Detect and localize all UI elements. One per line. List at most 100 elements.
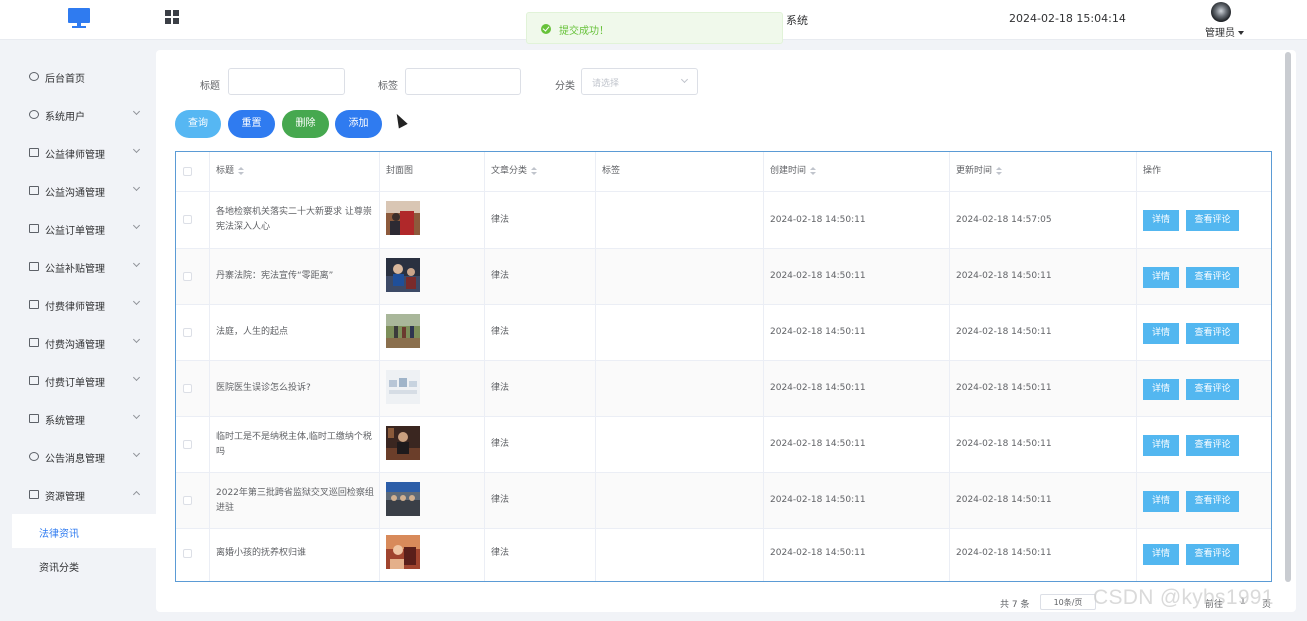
sidebar-item-label: 资源管理 xyxy=(45,492,85,503)
chevron-down-icon xyxy=(132,107,141,116)
success-toast: 提交成功！ xyxy=(526,12,783,44)
sort-icon xyxy=(531,166,538,175)
sidebar-item-announcements[interactable]: 公告消息管理 xyxy=(0,437,156,475)
view-comments-button[interactable]: 查看评论 xyxy=(1186,544,1239,565)
sidebar-item-system-management[interactable]: 系统管理 xyxy=(0,399,156,437)
sidebar-item-pro-bono-lawyers[interactable]: 公益律师管理 xyxy=(0,133,156,171)
column-header-updated[interactable]: 更新时间 xyxy=(956,152,1003,191)
table-row: 法庭，人生的起点 律法 2024-02-18 14:50:11 2024-02-… xyxy=(176,305,1271,361)
cover-image[interactable] xyxy=(386,370,420,404)
csdn-watermark: CSDN @kybs1991 xyxy=(1093,586,1274,609)
cover-image[interactable] xyxy=(386,535,420,569)
row-category: 律法 xyxy=(491,495,510,505)
detail-button[interactable]: 详情 xyxy=(1143,323,1179,344)
chevron-down-icon xyxy=(132,145,141,154)
toast-message: 提交成功！ xyxy=(559,26,609,37)
title-filter-input[interactable] xyxy=(228,68,345,95)
sidebar-item-paid-communication[interactable]: 付费沟通管理 xyxy=(0,323,156,361)
detail-button[interactable]: 详情 xyxy=(1143,435,1179,456)
row-checkbox[interactable] xyxy=(183,440,192,449)
row-checkbox[interactable] xyxy=(183,549,192,558)
sidebar-item-label: 付费律师管理 xyxy=(45,302,105,313)
column-header-created[interactable]: 创建时间 xyxy=(770,152,817,191)
detail-button[interactable]: 详情 xyxy=(1143,267,1179,288)
row-checkbox[interactable] xyxy=(183,496,192,505)
doc-icon xyxy=(29,300,39,309)
row-checkbox[interactable] xyxy=(183,328,192,337)
cover-image[interactable] xyxy=(386,201,420,235)
view-comments-button[interactable]: 查看评论 xyxy=(1186,435,1239,456)
sidebar-item-label: 公益律师管理 xyxy=(45,150,105,161)
vertical-scrollbar[interactable] xyxy=(1285,52,1291,582)
column-header-label: 标题 xyxy=(216,166,235,176)
column-header-actions: 操作 xyxy=(1143,152,1161,191)
category-filter-label: 分类 xyxy=(555,81,575,92)
add-button[interactable]: 添加 xyxy=(335,110,382,138)
delete-button[interactable]: 删除 xyxy=(282,110,329,138)
chevron-down-icon xyxy=(132,373,141,382)
sidebar-item-label: 后台首页 xyxy=(45,74,85,85)
table-row: 医院医生误诊怎么投诉? 律法 2024-02-18 14:50:11 2024-… xyxy=(176,361,1271,417)
chevron-down-icon xyxy=(132,221,141,230)
sidebar-item-pro-bono-subsidies[interactable]: 公益补贴管理 xyxy=(0,247,156,285)
select-all-checkbox[interactable] xyxy=(183,167,192,176)
row-title: 离婚小孩的抚养权归谁 xyxy=(216,548,307,558)
sidebar-item-label: 公益补贴管理 xyxy=(45,264,105,275)
title-filter-label: 标题 xyxy=(200,81,220,92)
row-checkbox[interactable] xyxy=(183,215,192,224)
view-comments-button[interactable]: 查看评论 xyxy=(1186,491,1239,512)
current-datetime: 2024-02-18 15:04:14 xyxy=(1009,12,1126,25)
avatar[interactable] xyxy=(1211,2,1231,22)
doc-icon xyxy=(29,338,39,347)
row-created-time: 2024-02-18 14:50:11 xyxy=(770,327,866,337)
sidebar-item-system-users[interactable]: 系统用户 xyxy=(0,95,156,133)
sidebar-item-resources[interactable]: 资源管理 xyxy=(0,475,156,513)
page-size-select[interactable]: 10条/页 xyxy=(1040,594,1096,610)
view-comments-button[interactable]: 查看评论 xyxy=(1186,323,1239,344)
app-title: 系统 xyxy=(786,14,808,27)
sidebar-item-label: 付费订单管理 xyxy=(45,378,105,389)
sidebar-item-dashboard[interactable]: 后台首页 xyxy=(0,57,156,95)
chevron-up-icon xyxy=(132,490,141,499)
user-menu[interactable]: 管理员 xyxy=(1205,24,1244,39)
column-header-label: 创建时间 xyxy=(770,166,807,176)
sort-icon xyxy=(238,166,245,175)
view-comments-button[interactable]: 查看评论 xyxy=(1186,267,1239,288)
view-comments-button[interactable]: 查看评论 xyxy=(1186,379,1239,400)
row-checkbox[interactable] xyxy=(183,272,192,281)
row-updated-time: 2024-02-18 14:50:11 xyxy=(956,495,1052,505)
monitor-logo-icon xyxy=(68,8,90,28)
detail-button[interactable]: 详情 xyxy=(1143,210,1179,231)
sidebar-subitem-news-categories[interactable]: 资讯分类 xyxy=(12,548,156,582)
table-row: 2022年第三批跨省监狱交叉巡回检察组进驻 律法 2024-02-18 14:5… xyxy=(176,473,1271,529)
grid-menu-icon[interactable] xyxy=(165,10,179,24)
column-header-category[interactable]: 文章分类 xyxy=(491,152,538,191)
cover-image[interactable] xyxy=(386,482,420,516)
articles-table: 标题 封面图 文章分类 标签 创建时间 更新时间 操作 各地检察机关落实二十大新… xyxy=(175,151,1272,582)
query-button[interactable]: 查询 xyxy=(175,110,221,138)
row-updated-time: 2024-02-18 14:57:05 xyxy=(956,215,1052,225)
sidebar-item-pro-bono-communication[interactable]: 公益沟通管理 xyxy=(0,171,156,209)
detail-button[interactable]: 详情 xyxy=(1143,544,1179,565)
row-title: 临时工是不是纳税主体,临时工缴纳个税吗 xyxy=(216,432,372,457)
row-updated-time: 2024-02-18 14:50:11 xyxy=(956,383,1052,393)
row-checkbox[interactable] xyxy=(183,384,192,393)
tag-filter-input[interactable] xyxy=(405,68,521,95)
row-category: 律法 xyxy=(491,327,510,337)
detail-button[interactable]: 详情 xyxy=(1143,379,1179,400)
cover-image[interactable] xyxy=(386,426,420,460)
column-header-title[interactable]: 标题 xyxy=(216,152,245,191)
row-updated-time: 2024-02-18 14:50:11 xyxy=(956,439,1052,449)
detail-button[interactable]: 详情 xyxy=(1143,491,1179,512)
cover-image[interactable] xyxy=(386,258,420,292)
sidebar-item-pro-bono-orders[interactable]: 公益订单管理 xyxy=(0,209,156,247)
category-select[interactable]: 请选择 xyxy=(581,68,698,95)
cover-image[interactable] xyxy=(386,314,420,348)
row-category: 律法 xyxy=(491,215,510,225)
sidebar-item-paid-orders[interactable]: 付费订单管理 xyxy=(0,361,156,399)
view-comments-button[interactable]: 查看评论 xyxy=(1186,210,1239,231)
sidebar-subitem-legal-news[interactable]: 法律资讯 xyxy=(12,514,156,548)
doc-icon xyxy=(29,262,39,271)
reset-button[interactable]: 重置 xyxy=(228,110,275,138)
sidebar-item-paid-lawyers[interactable]: 付费律师管理 xyxy=(0,285,156,323)
